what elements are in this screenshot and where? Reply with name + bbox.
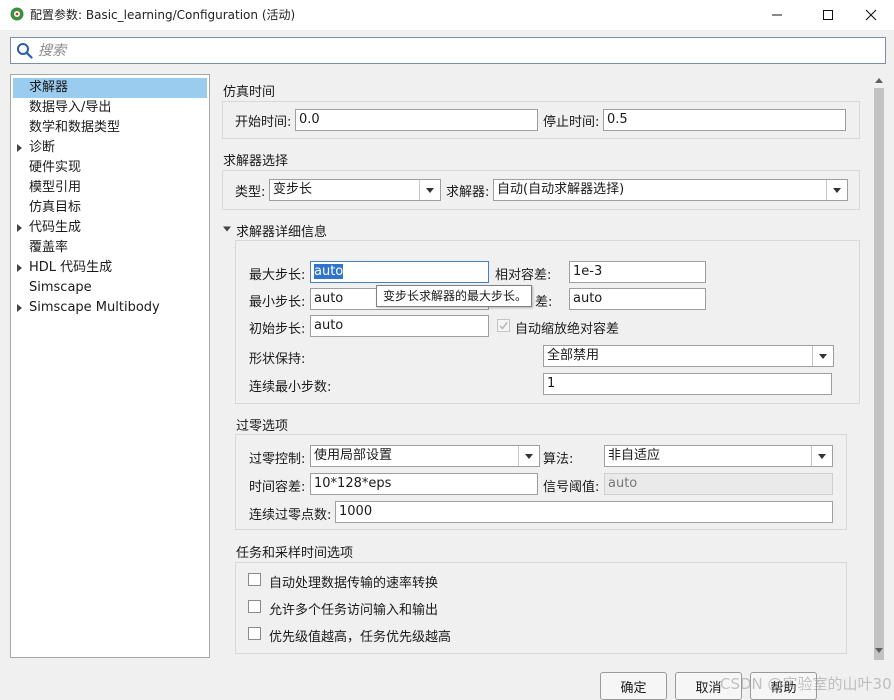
shape-preserve-dropdown[interactable]: 全部禁用 [543,345,834,367]
multitask-io-checkbox[interactable] [248,600,261,613]
max-step-label: 最大步长: [249,268,306,283]
chevron-down-icon[interactable] [518,446,539,466]
auto-scale-abs-tol-label: 自动缩放绝对容差 [515,322,620,337]
section-title-zero-crossing: 过零选项 [236,419,289,434]
zc-control-value: 使用局部设置 [314,448,393,463]
scroll-up-icon[interactable] [875,78,883,83]
tree-item-simscape-multibody[interactable]: Simscape Multibody [13,298,207,318]
stop-time-label: 停止时间: [543,115,600,130]
consec-min-steps-label: 连续最小步数: [249,380,332,395]
auto-scale-abs-tol-checkbox[interactable] [497,319,510,332]
section-title-solver-select: 求解器选择 [223,154,289,169]
multitask-io-label: 允许多个任务访问输入和输出 [269,603,439,618]
consec-zc-input[interactable]: 1000 [335,501,833,523]
title-bar: 配置参数: Basic_learning/Configuration (活动) [0,0,894,30]
maximize-icon [823,10,833,20]
search-bar[interactable] [10,37,886,64]
rel-tol-input[interactable]: 1e-3 [569,261,706,283]
stop-time-input[interactable]: 0.5 [603,109,846,131]
zc-algorithm-label: 算法: [543,452,574,467]
consec-min-steps-input[interactable]: 1 [543,373,832,395]
minimize-icon [772,14,782,16]
expand-arrow-icon[interactable] [17,304,22,312]
tree-item-simscape[interactable]: Simscape [13,278,207,298]
section-title-solver-details: 求解器详细信息 [236,225,328,240]
vertical-scrollbar[interactable] [872,74,886,660]
tree-item-math-data-types[interactable]: 数学和数据类型 [13,118,207,138]
expand-arrow-icon[interactable] [17,224,22,232]
consec-zc-label: 连续过零点数: [249,508,332,523]
shape-preserve-label: 形状保持: [249,352,306,367]
window-title: 配置参数: Basic_learning/Configuration (活动) [30,8,296,22]
close-icon [865,9,877,21]
tree-item-hdl-code-generation[interactable]: HDL 代码生成 [13,258,207,278]
collapse-arrow-icon[interactable] [223,225,232,234]
chevron-down-icon[interactable] [811,446,832,466]
checkmark-icon [499,322,508,330]
watermark: CSDN @实验室的山叶30 [720,675,892,693]
tree-item-hardware[interactable]: 硬件实现 [13,158,207,178]
rate-transition-checkbox[interactable] [248,573,261,586]
rel-tol-label: 相对容差: [495,268,552,283]
init-step-input[interactable]: auto [310,315,489,337]
minimize-button[interactable] [754,0,800,30]
solver-type-value: 变步长 [273,182,313,197]
solver-label: 求解器: [446,185,490,200]
time-tol-label: 时间容差: [249,480,306,495]
expand-arrow-icon[interactable] [17,144,22,152]
maximize-button[interactable] [805,0,851,30]
shape-preserve-value: 全部禁用 [547,348,600,363]
chevron-down-icon[interactable] [812,346,833,366]
abs-tol-label: 差: [535,295,553,310]
tree-item-sim-target[interactable]: 仿真目标 [13,198,207,218]
section-title-sim-time: 仿真时间 [223,85,276,100]
tree-item-diagnostics[interactable]: 诊断 [13,138,207,158]
section-title-tasks: 任务和采样时间选项 [236,546,354,561]
scroll-thumb[interactable] [874,88,884,660]
start-time-input[interactable]: 0.0 [295,109,538,131]
tree-item-solver[interactable]: 求解器 [13,78,207,98]
search-icon [17,43,33,59]
signal-thresh-label: 信号阈值: [543,480,600,495]
tree-item-code-generation[interactable]: 代码生成 [13,218,207,238]
expand-arrow-icon[interactable] [17,264,22,272]
scroll-down-icon[interactable] [875,648,883,653]
solver-type-dropdown[interactable]: 变步长 [269,179,441,201]
search-input[interactable] [38,41,868,60]
time-tol-input[interactable]: 10*128*eps [310,473,538,495]
chevron-down-icon[interactable] [826,180,847,200]
priority-checkbox[interactable] [248,627,261,640]
category-tree[interactable]: 求解器 数据导入/导出 数学和数据类型 诊断 硬件实现 模型引用 仿真目标 代码… [10,74,210,658]
min-step-label: 最小步长: [249,295,306,310]
chevron-down-icon[interactable] [419,180,440,200]
rate-transition-label: 自动处理数据传输的速率转换 [269,576,439,591]
zc-control-dropdown[interactable]: 使用局部设置 [310,445,540,467]
solver-type-label: 类型: [235,185,266,200]
max-step-input[interactable]: auto [310,261,489,283]
zc-algorithm-value: 非自适应 [608,448,661,463]
simulink-gear-icon [10,7,24,21]
zc-control-label: 过零控制: [249,452,306,467]
signal-thresh-input[interactable]: auto [604,473,833,495]
close-button[interactable] [848,0,894,30]
zc-algorithm-dropdown[interactable]: 非自适应 [604,445,833,467]
abs-tol-input[interactable]: auto [569,288,706,310]
solver-value: 自动(自动求解器选择) [497,182,625,197]
max-step-tooltip: 变步长求解器的最大步长。 [376,285,532,307]
init-step-label: 初始步长: [249,322,306,337]
ok-button[interactable]: 确定 [600,672,667,700]
max-step-value: auto [314,264,344,279]
start-time-label: 开始时间: [235,115,292,130]
priority-label: 优先级值越高，任务优先级越高 [269,630,452,645]
tree-item-coverage[interactable]: 覆盖率 [13,238,207,258]
tree-item-model-reference[interactable]: 模型引用 [13,178,207,198]
tree-item-data-import-export[interactable]: 数据导入/导出 [13,98,207,118]
solver-dropdown[interactable]: 自动(自动求解器选择) [493,179,848,201]
